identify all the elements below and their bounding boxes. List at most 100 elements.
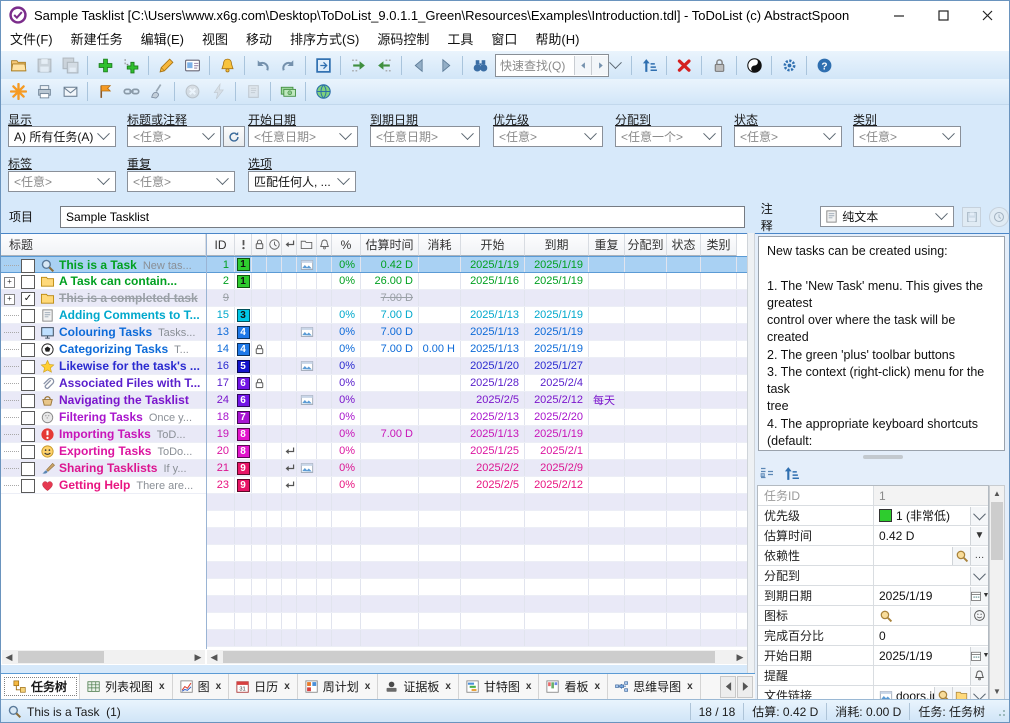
tab-思维导图[interactable]: 思维导图 x bbox=[608, 674, 701, 699]
task-row[interactable]: Importing TasksToD... bbox=[1, 426, 206, 443]
new-subtask-button[interactable] bbox=[119, 54, 143, 77]
scroll-left-icon[interactable]: ◀ bbox=[2, 650, 16, 664]
resize-grip[interactable] bbox=[993, 707, 1009, 717]
find-previous-button[interactable] bbox=[574, 56, 591, 75]
file-link-button[interactable] bbox=[119, 80, 143, 103]
attributes-scrollbar[interactable]: ▲ ▼ bbox=[989, 485, 1005, 700]
calendar-button[interactable]: ▼ bbox=[970, 587, 988, 605]
task-row[interactable]: Categorizing TasksT... bbox=[1, 341, 206, 358]
column-header-spent[interactable]: 消耗 bbox=[419, 234, 461, 256]
forward-button[interactable] bbox=[433, 54, 457, 77]
combo-button[interactable] bbox=[970, 567, 988, 585]
combo-button[interactable] bbox=[970, 687, 988, 701]
columns-hscrollbar[interactable]: ◀ ▶ bbox=[207, 650, 747, 664]
smiley-button[interactable] bbox=[970, 607, 988, 625]
indent-task-button[interactable] bbox=[346, 54, 370, 77]
task-columns-row[interactable]: 2460%2025/2/52025/2/12每天 bbox=[207, 392, 747, 409]
task-columns-row[interactable]: 1870%2025/2/132025/2/20 bbox=[207, 409, 747, 426]
save-all-button[interactable] bbox=[58, 54, 82, 77]
attribute-row[interactable]: 估算时间 0.42 D▼ bbox=[758, 526, 988, 546]
quick-find-input[interactable]: 快速查找(Q) bbox=[495, 54, 609, 77]
expand-icon[interactable]: + bbox=[4, 294, 15, 305]
task-checkbox[interactable]: ✓ bbox=[21, 292, 35, 306]
redo-button[interactable] bbox=[276, 54, 300, 77]
filter-select-8[interactable]: <任意> bbox=[8, 171, 116, 192]
quick-find-dropdown[interactable] bbox=[611, 55, 627, 76]
column-header-start[interactable]: 开始 bbox=[461, 234, 525, 256]
menu-item-9[interactable]: 帮助(H) bbox=[526, 29, 588, 51]
menu-item-4[interactable]: 移动 bbox=[237, 29, 281, 51]
menu-item-2[interactable]: 编辑(E) bbox=[132, 29, 193, 51]
task-row[interactable]: Sharing TasklistsIf y... bbox=[1, 460, 206, 477]
close-tab-icon[interactable]: x bbox=[687, 681, 693, 692]
calendar-button[interactable]: ▼ bbox=[970, 647, 988, 665]
edit-task-attributes-button[interactable] bbox=[180, 54, 204, 77]
column-header-cat[interactable]: 类别 bbox=[701, 234, 737, 256]
task-row[interactable]: +A Task can contain... bbox=[1, 273, 206, 290]
new-task-button[interactable] bbox=[93, 54, 117, 77]
attribute-row[interactable]: 分配到 bbox=[758, 566, 988, 586]
spin-button[interactable]: ▼ bbox=[970, 527, 988, 545]
tab-日历[interactable]: 31 日历 x bbox=[229, 674, 298, 699]
back-button[interactable] bbox=[407, 54, 431, 77]
scroll-right-icon[interactable]: ▶ bbox=[733, 650, 747, 664]
task-checkbox[interactable] bbox=[21, 394, 35, 408]
tabs-scroll-left[interactable] bbox=[720, 676, 736, 698]
task-row[interactable]: Filtering TasksOnce y... bbox=[1, 409, 206, 426]
filter-select-4[interactable]: <任意> bbox=[493, 126, 603, 147]
filter-select-0[interactable]: A) 所有任务(A) bbox=[8, 126, 116, 147]
task-checkbox[interactable] bbox=[21, 259, 35, 273]
tab-列表视图[interactable]: 列表视图 x bbox=[80, 674, 173, 699]
maximize-button[interactable] bbox=[921, 1, 965, 29]
flag-task-button[interactable] bbox=[93, 80, 117, 103]
set-reminder-button[interactable] bbox=[215, 54, 239, 77]
close-tab-icon[interactable]: x bbox=[365, 681, 371, 692]
expand-icon[interactable]: + bbox=[4, 277, 15, 288]
combo-button[interactable] bbox=[970, 507, 988, 525]
sort-attributes-icon[interactable] bbox=[783, 465, 800, 482]
task-columns-row[interactable]: 1650%2025/1/202025/1/27 bbox=[207, 358, 747, 375]
tabs-scroll-right[interactable] bbox=[737, 676, 753, 698]
column-header-lock[interactable] bbox=[252, 234, 267, 256]
task-row[interactable]: Navigating the Tasklist bbox=[1, 392, 206, 409]
attribute-row[interactable]: 任务ID 1 bbox=[758, 486, 988, 506]
tab-任务树[interactable]: 任务树 bbox=[1, 674, 80, 699]
help-button[interactable]: ? bbox=[812, 54, 836, 77]
task-row[interactable]: Colouring TasksTasks... bbox=[1, 324, 206, 341]
menu-item-7[interactable]: 工具 bbox=[438, 29, 482, 51]
scrollbar-thumb[interactable] bbox=[18, 651, 104, 663]
column-header-pri[interactable] bbox=[235, 234, 252, 256]
task-checkbox[interactable] bbox=[21, 343, 35, 357]
task-columns-row[interactable]: 210%26.00 D2025/1/162025/1/19 bbox=[207, 273, 747, 290]
attribute-row[interactable]: 优先级 1 (非常低) bbox=[758, 506, 988, 526]
delete-task-button[interactable] bbox=[672, 54, 696, 77]
column-header-id[interactable]: ID bbox=[207, 234, 235, 256]
find-button[interactable] bbox=[934, 687, 952, 701]
save-tasklist-button[interactable] bbox=[32, 54, 56, 77]
task-row[interactable]: +✓This is a completed task bbox=[1, 290, 206, 307]
scrollbar-thumb[interactable] bbox=[991, 502, 1003, 560]
column-header-file[interactable] bbox=[297, 234, 317, 256]
browse-web-button[interactable] bbox=[311, 80, 335, 103]
vertical-splitter[interactable] bbox=[747, 233, 755, 699]
attribute-row[interactable]: 依赖性 … bbox=[758, 546, 988, 566]
tab-图[interactable]: 图 x bbox=[173, 674, 230, 699]
close-tab-icon[interactable]: x bbox=[595, 681, 601, 692]
toggle-ui-style-button[interactable] bbox=[742, 54, 766, 77]
task-columns-row[interactable]: 2390%2025/2/52025/2/12 bbox=[207, 477, 747, 494]
task-checkbox[interactable] bbox=[21, 428, 35, 442]
edit-task-title-button[interactable] bbox=[154, 54, 178, 77]
password-protect-button[interactable] bbox=[707, 54, 731, 77]
cancel-button[interactable] bbox=[180, 80, 204, 103]
close-tab-icon[interactable]: x bbox=[526, 681, 532, 692]
minimize-button[interactable] bbox=[877, 1, 921, 29]
column-header-due[interactable]: 到期 bbox=[525, 234, 589, 256]
find-tasks-button[interactable] bbox=[468, 54, 492, 77]
menu-item-5[interactable]: 排序方式(S) bbox=[281, 29, 368, 51]
attribute-row[interactable]: 开始日期 2025/1/19▼ bbox=[758, 646, 988, 666]
close-tab-icon[interactable]: x bbox=[445, 681, 451, 692]
column-header-status[interactable]: 状态 bbox=[667, 234, 701, 256]
task-columns-row[interactable]: 1980%7.00 D2025/1/132025/1/19 bbox=[207, 426, 747, 443]
attribute-row[interactable]: 提醒 bbox=[758, 666, 988, 686]
filter-select-10[interactable]: 匹配任何人, ... bbox=[248, 171, 356, 192]
